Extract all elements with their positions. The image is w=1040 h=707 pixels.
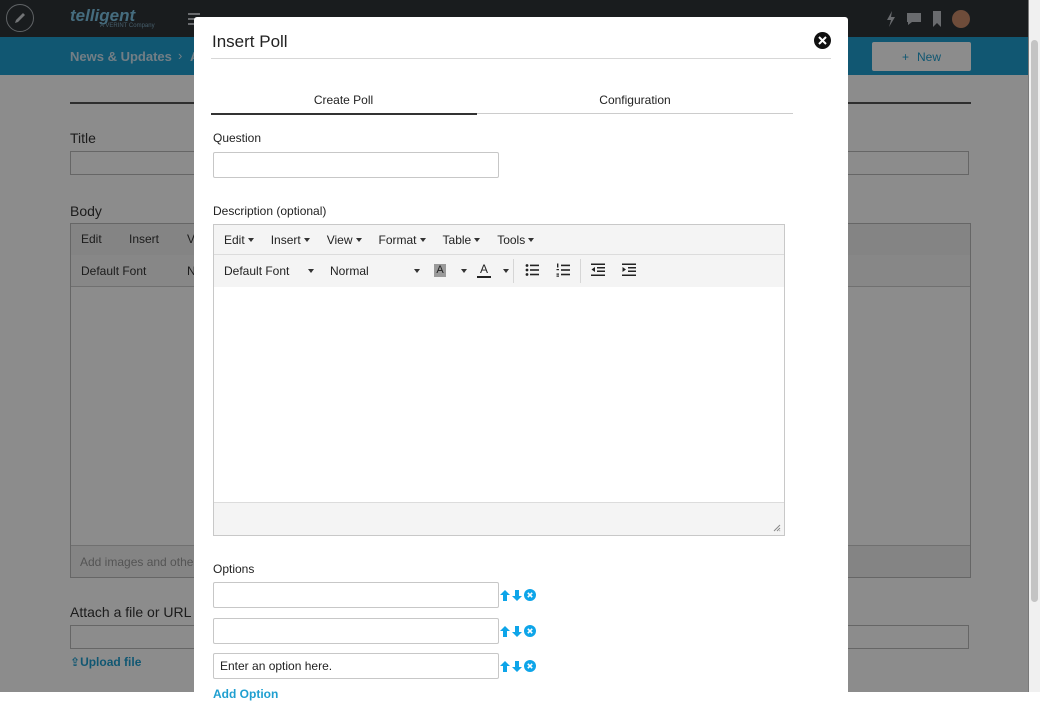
menu-edit[interactable]: Edit (224, 233, 254, 247)
description-edit-area[interactable] (214, 287, 784, 503)
remove-option-icon[interactable] (524, 625, 536, 637)
question-label: Question (213, 131, 262, 145)
option-controls-3 (500, 660, 536, 672)
menu-edit-label: Edit (224, 232, 245, 247)
move-down-icon[interactable] (512, 660, 522, 672)
option-controls-2 (500, 625, 536, 637)
numbered-list-icon[interactable] (556, 263, 570, 277)
menu-tools-label: Tools (497, 232, 526, 247)
size-caret-icon[interactable] (414, 269, 420, 273)
move-up-icon[interactable] (500, 660, 510, 672)
bullet-list-icon[interactable] (525, 263, 539, 277)
option-controls-1 (500, 589, 536, 601)
editor-menubar: Edit Insert View Format Table Tools (214, 225, 784, 255)
font-family-select[interactable]: Default Font (224, 264, 289, 278)
move-up-icon[interactable] (500, 589, 510, 601)
move-up-icon[interactable] (500, 625, 510, 637)
menu-view-label: View (326, 232, 353, 247)
option-input-1[interactable] (213, 582, 499, 608)
move-down-icon[interactable] (512, 589, 522, 601)
tab-divider (477, 113, 793, 114)
caret-down-icon (528, 237, 535, 242)
outdent-icon[interactable] (591, 263, 605, 277)
text-color-caret-icon[interactable] (503, 269, 509, 273)
caret-down-icon (474, 237, 481, 242)
menu-format[interactable]: Format (379, 233, 426, 247)
title-divider (211, 58, 831, 59)
move-down-icon[interactable] (512, 625, 522, 637)
menu-format-label: Format (378, 232, 417, 247)
option-input-2[interactable] (213, 618, 499, 644)
add-option-link[interactable]: Add Option (213, 687, 278, 701)
tab-create-poll[interactable]: Create Poll (211, 93, 476, 113)
caret-down-icon (419, 237, 426, 242)
font-caret-icon[interactable] (308, 269, 314, 273)
font-size-select[interactable]: Normal (330, 264, 369, 278)
option-input-3[interactable] (213, 653, 499, 679)
menu-view[interactable]: View (327, 233, 362, 247)
description-editor: Edit Insert View Format Table Tools Defa… (213, 224, 785, 536)
menu-tools[interactable]: Tools (497, 232, 535, 247)
tab-configuration[interactable]: Configuration (477, 93, 793, 113)
options-label: Options (213, 562, 255, 576)
editor-toolbar: Default Font Normal A A (214, 255, 784, 288)
description-label: Description (optional) (213, 204, 327, 218)
toolbar-separator (513, 259, 514, 283)
insert-poll-modal: Insert Poll Create Poll Configuration Qu… (194, 17, 848, 707)
bg-color-caret-icon[interactable] (461, 269, 467, 273)
menu-table-label: Table (442, 232, 472, 247)
close-icon[interactable] (814, 32, 831, 49)
background-color-icon[interactable]: A (434, 264, 446, 277)
modal-title: Insert Poll (212, 32, 288, 51)
editor-statusbar (214, 502, 784, 535)
menu-table[interactable]: Table (443, 233, 481, 247)
caret-down-icon (247, 237, 254, 242)
remove-option-icon[interactable] (524, 660, 536, 672)
question-input[interactable] (213, 152, 499, 178)
caret-down-icon (355, 237, 362, 242)
active-tab-indicator (211, 113, 477, 115)
menu-insert-label: Insert (270, 232, 301, 247)
resize-handle-icon[interactable] (773, 524, 781, 532)
page-scrollbar-thumb[interactable] (1031, 40, 1038, 602)
menu-insert[interactable]: Insert (271, 233, 310, 247)
text-color-icon[interactable]: A (477, 263, 491, 278)
toolbar-separator (580, 259, 581, 283)
indent-icon[interactable] (622, 263, 636, 277)
remove-option-icon[interactable] (524, 589, 536, 601)
caret-down-icon (303, 237, 310, 242)
